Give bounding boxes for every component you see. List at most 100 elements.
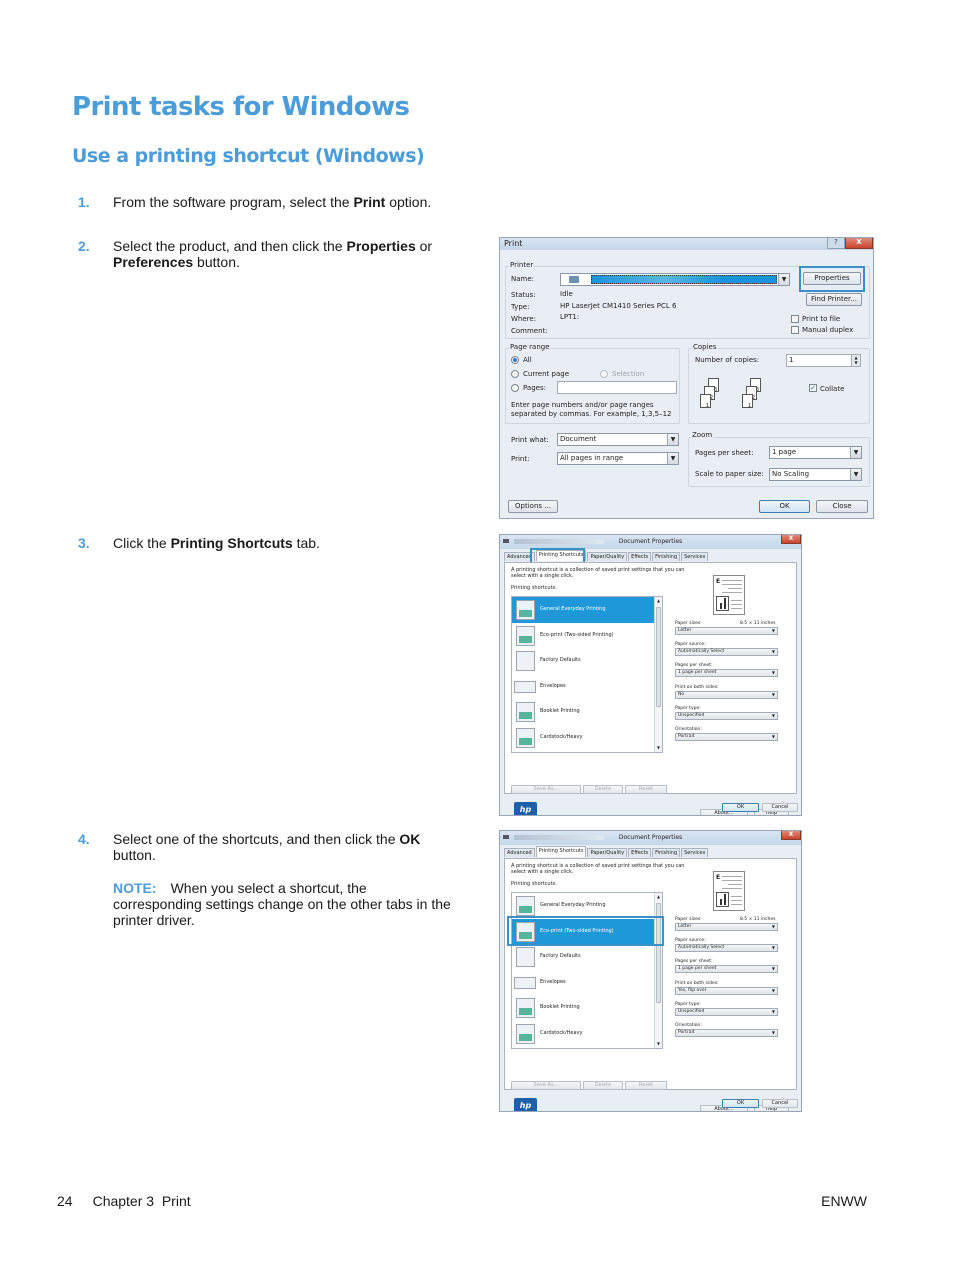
paper-type-label: Paper type: — [675, 1001, 701, 1007]
footer-locale: ENWW — [821, 1193, 867, 1209]
print-both-sides-select[interactable]: Yes, flip over ▼ — [675, 986, 778, 995]
shortcut-label: Booklet Printing — [540, 1004, 580, 1011]
number-of-copies-input[interactable]: 1 ▲ ▼ — [786, 354, 861, 367]
chevron-down-icon: ▼ — [771, 1030, 775, 1035]
scale-label: Scale to paper size: — [695, 470, 764, 478]
shortcut-item[interactable]: Eco-print (Two-sided Printing) — [512, 623, 662, 649]
scroll-thumb[interactable] — [656, 607, 661, 707]
delete-button[interactable]: Delete — [583, 785, 623, 794]
shortcut-item[interactable]: Booklet Printing — [512, 995, 662, 1021]
tab-printing-shortcuts[interactable]: Printing Shortcuts — [535, 846, 587, 857]
all-radio[interactable] — [511, 356, 519, 364]
tab-finishing[interactable]: Finishing — [652, 848, 681, 857]
shortcuts-label: Printing shortcuts: — [511, 585, 557, 591]
shortcut-item[interactable]: Cardstock/Heavy — [512, 725, 662, 751]
document-icon — [516, 625, 535, 646]
selection-radio[interactable] — [600, 370, 608, 378]
chevron-down-icon: ▼ — [771, 628, 775, 633]
print-select[interactable]: All pages in range ▼ — [557, 452, 679, 465]
cancel-button[interactable]: Cancel — [762, 1099, 798, 1108]
ok-button[interactable]: OK — [759, 500, 810, 513]
paper-type-select[interactable]: Unspecified ▼ — [675, 711, 778, 720]
print-to-file-label: Print to file — [802, 315, 841, 323]
save-as-button[interactable]: Save As... — [511, 785, 581, 794]
paper-source-select[interactable]: Automatically Select ▼ — [675, 944, 778, 953]
chevron-down-icon: ▼ — [771, 712, 775, 718]
properties-button[interactable]: Properties — [803, 272, 861, 285]
printer-name-select[interactable]: ▼ — [560, 273, 790, 286]
help-icon[interactable]: ? — [827, 238, 845, 249]
scroll-down-icon[interactable]: ▼ — [655, 744, 662, 752]
tab-services[interactable]: Services — [681, 848, 709, 857]
current-page-radio[interactable] — [511, 370, 519, 378]
tab-advanced[interactable]: Advanced — [504, 848, 535, 857]
scroll-up-icon[interactable]: ▲ — [655, 893, 662, 901]
shortcut-item[interactable]: Factory Defaults — [512, 944, 662, 970]
orientation-select[interactable]: Portrait ▼ — [675, 1029, 778, 1037]
chevron-down-icon: ▼ — [771, 945, 775, 951]
collate-checkbox[interactable]: ✓ — [809, 384, 817, 392]
chevron-down-icon: ▼ — [667, 434, 678, 445]
paper-source-label: Paper source: — [675, 938, 706, 944]
pages-radio[interactable] — [511, 384, 519, 392]
tab-services[interactable]: Services — [681, 552, 709, 561]
tab-effects[interactable]: Effects — [628, 848, 652, 857]
shortcuts-list[interactable]: General Everyday Printing Eco-print (Two-… — [511, 596, 663, 753]
shortcut-item[interactable]: Cardstock/Heavy — [512, 1021, 662, 1047]
scroll-up-icon[interactable]: ▲ — [655, 597, 662, 605]
pages-per-sheet-select[interactable]: 1 page ▼ — [769, 446, 862, 459]
shortcut-item[interactable]: General Everyday Printing — [512, 597, 662, 623]
tab-paper-quality[interactable]: Paper/Quality — [587, 848, 628, 857]
ok-button[interactable]: OK — [722, 1099, 759, 1108]
chevron-down-icon: ▼ — [771, 1008, 775, 1014]
step-number: 2. — [78, 238, 90, 254]
shortcut-label: General Everyday Printing — [540, 902, 606, 908]
scale-select[interactable]: No Scaling ▼ — [769, 468, 862, 481]
reset-button[interactable]: Reset — [625, 785, 667, 794]
save-as-button[interactable]: Save As... — [511, 1081, 581, 1090]
print-what-select[interactable]: Document ▼ — [557, 433, 679, 446]
shortcut-label: Factory Defaults — [540, 657, 581, 664]
close-button[interactable]: Close — [816, 500, 868, 513]
shortcut-label: Cardstock/Heavy — [540, 1029, 583, 1036]
current-page-label: Current page — [523, 370, 569, 378]
shortcut-label: General Everyday Printing — [540, 606, 606, 612]
options-button[interactable]: Options ... — [508, 500, 558, 513]
paper-size-select[interactable]: Letter ▼ — [675, 627, 778, 635]
close-icon[interactable]: X — [781, 535, 801, 544]
tab-paper-quality[interactable]: Paper/Quality — [587, 552, 628, 561]
where-value: LPT1: — [560, 313, 580, 321]
manual-duplex-checkbox[interactable] — [791, 326, 799, 334]
cancel-button[interactable]: Cancel — [762, 803, 798, 812]
close-icon[interactable]: X — [781, 831, 801, 840]
spinner-icon[interactable]: ▲ ▼ — [851, 355, 860, 366]
tab-effects[interactable]: Effects — [628, 552, 652, 561]
shortcut-item[interactable]: Factory Defaults — [512, 648, 662, 674]
print-to-file-checkbox[interactable] — [791, 315, 799, 323]
tab-panel: A printing shortcut is a collection of s… — [504, 858, 797, 1111]
description: A printing shortcut is a collection of s… — [511, 863, 685, 875]
tab-finishing[interactable]: Finishing — [652, 552, 681, 561]
orientation-select[interactable]: Portrait ▼ — [675, 733, 778, 741]
shortcut-item[interactable]: Booklet Printing — [512, 699, 662, 725]
close-icon[interactable]: X — [845, 238, 873, 249]
paper-size-select[interactable]: Letter ▼ — [675, 923, 778, 931]
dialog-title: Document Properties — [618, 538, 683, 545]
print-what-label: Print what: — [511, 436, 549, 444]
paper-type-select[interactable]: Unspecified ▼ — [675, 1007, 778, 1016]
shortcut-label: Booklet Printing — [540, 708, 580, 715]
tab-panel: A printing shortcut is a collection of s… — [504, 562, 797, 815]
delete-button[interactable]: Delete — [583, 1081, 623, 1090]
print-both-sides-select[interactable]: No ▼ — [675, 690, 778, 699]
ok-button[interactable]: OK — [722, 803, 759, 812]
shortcut-item[interactable]: Envelopes — [512, 674, 662, 700]
paper-source-select[interactable]: Automatically Select ▼ — [675, 648, 778, 657]
scrollbar[interactable]: ▲ ▼ — [654, 597, 662, 752]
pages-per-sheet-select[interactable]: 1 page per sheet ▼ — [675, 965, 778, 974]
shortcut-item[interactable]: Envelopes — [512, 970, 662, 996]
scroll-down-icon[interactable]: ▼ — [655, 1040, 662, 1048]
reset-button[interactable]: Reset — [625, 1081, 667, 1090]
pages-input[interactable] — [557, 381, 677, 394]
find-printer-button[interactable]: Find Printer... — [806, 293, 862, 306]
pages-per-sheet-select[interactable]: 1 page per sheet ▼ — [675, 669, 778, 678]
